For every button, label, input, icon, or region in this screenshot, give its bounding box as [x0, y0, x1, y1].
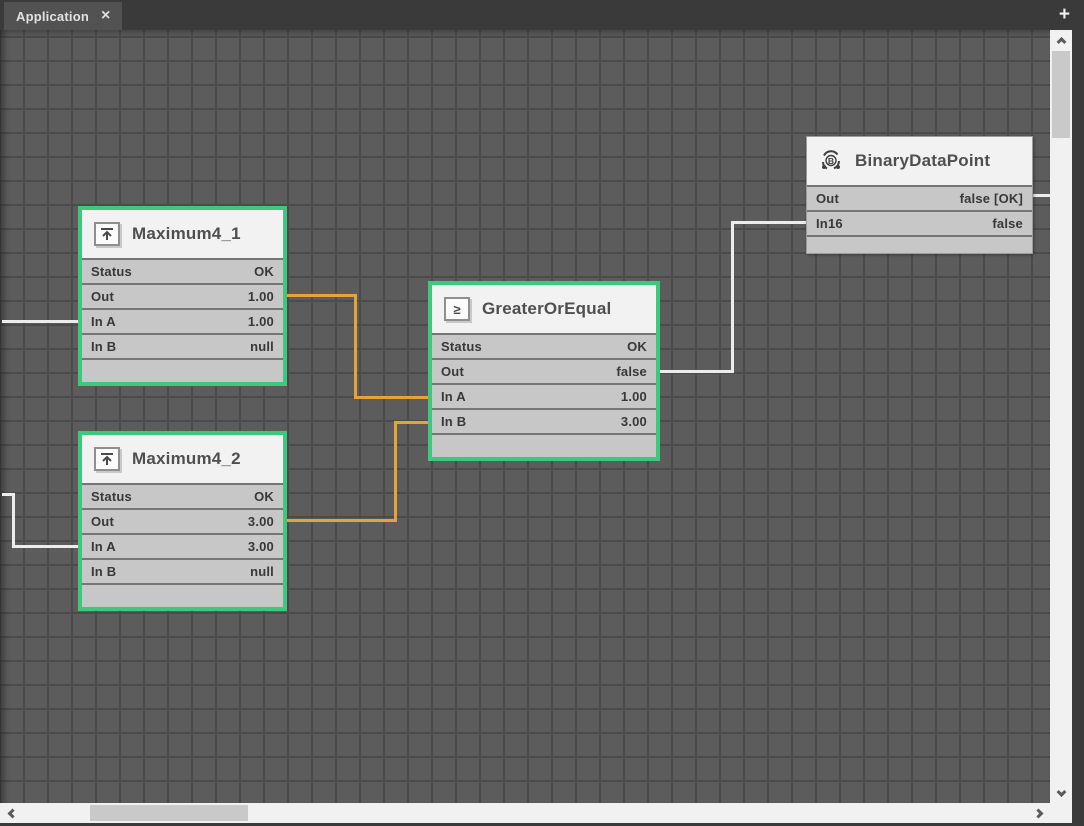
node-slot-inB[interactable]: In B null	[82, 333, 283, 358]
wire-sheet-canvas[interactable]: Maximum4_1 Status OK Out 1.00 In A 1.00 …	[0, 30, 1050, 803]
wire-left-to-maximum4_2-inA[interactable]	[12, 545, 80, 548]
binary-data-point-icon: B	[819, 149, 843, 173]
wire-maximum4_1-out-to-greaterorequal-inA[interactable]	[354, 294, 357, 399]
svg-text:B: B	[828, 156, 834, 166]
wire-sheet-window: Application × + Maximum4_1	[0, 0, 1084, 826]
maximum-icon	[94, 447, 120, 471]
slot-value: false [OK]	[960, 191, 1023, 206]
slot-label: Out	[91, 514, 114, 529]
chevron-up-icon	[1056, 36, 1066, 46]
slot-label: In16	[816, 216, 843, 231]
slot-label: In A	[441, 389, 466, 404]
node-slot-in16[interactable]: In16 false	[807, 210, 1032, 235]
wire-left-to-maximum4_2-inA[interactable]	[12, 493, 15, 548]
node-greaterorequal[interactable]: ≥ GreaterOrEqual Status OK Out false In …	[428, 281, 660, 461]
node-slot-inA[interactable]: In A 1.00	[82, 308, 283, 333]
slot-label: Out	[816, 191, 839, 206]
wire-greaterorequal-out-to-binarydatapoint-in16[interactable]	[658, 370, 734, 373]
node-slot-status[interactable]: Status OK	[82, 258, 283, 283]
slot-value: OK	[254, 489, 274, 504]
slot-label: In B	[441, 414, 466, 429]
node-slot-inA[interactable]: In A 3.00	[82, 533, 283, 558]
tab-application[interactable]: Application ×	[4, 2, 122, 30]
chevron-left-icon	[7, 808, 17, 818]
scroll-up-button[interactable]	[1050, 30, 1072, 50]
chevron-right-icon	[1033, 808, 1043, 818]
node-slot-inB[interactable]: In B null	[82, 558, 283, 583]
node-slot-status[interactable]: Status OK	[432, 333, 656, 358]
chevron-down-icon	[1056, 787, 1066, 797]
wire-binarydatapoint-out-to-right[interactable]	[1030, 194, 1050, 197]
node-footer	[82, 358, 283, 382]
wire-maximum4_1-out-to-greaterorequal-inA[interactable]	[354, 396, 430, 399]
scroll-right-button[interactable]	[1026, 803, 1050, 823]
node-title: Maximum4_1	[132, 224, 241, 244]
slot-value: 1.00	[248, 289, 274, 304]
slot-value: null	[250, 339, 274, 354]
vertical-scrollbar[interactable]	[1050, 30, 1072, 803]
tab-bar: Application × +	[0, 0, 1084, 30]
wire-greaterorequal-out-to-binarydatapoint-in16[interactable]	[731, 221, 808, 224]
node-slot-out[interactable]: Out false	[432, 358, 656, 383]
slot-value: 3.00	[248, 514, 274, 529]
scroll-left-button[interactable]	[0, 803, 24, 823]
slot-label: Out	[91, 289, 114, 304]
tab-label: Application	[16, 9, 89, 24]
node-binarydatapoint[interactable]: B BinaryDataPoint Out false [OK] In16 fa…	[806, 136, 1033, 254]
slot-value: null	[250, 564, 274, 579]
slot-value: 3.00	[621, 414, 647, 429]
wire-maximum4_2-out-to-greaterorequal-inB[interactable]	[394, 421, 430, 424]
slot-value: false	[616, 364, 647, 379]
maximum-icon	[94, 222, 120, 246]
slot-label: Out	[441, 364, 464, 379]
slot-value: 3.00	[248, 539, 274, 554]
wire-left-to-maximum4_1-inA[interactable]	[2, 320, 80, 323]
slot-label: In B	[91, 564, 116, 579]
node-footer	[432, 433, 656, 457]
node-title: GreaterOrEqual	[482, 299, 611, 319]
slot-label: In A	[91, 539, 116, 554]
vertical-scrollbar-thumb[interactable]	[1052, 51, 1070, 138]
node-title-bar[interactable]: Maximum4_1	[82, 210, 283, 258]
wire-maximum4_1-out-to-greaterorequal-inA[interactable]	[285, 294, 357, 297]
slot-value: 1.00	[621, 389, 647, 404]
node-slot-out[interactable]: Out false [OK]	[807, 185, 1032, 210]
scrollbar-corner	[1050, 803, 1072, 823]
slot-value: OK	[627, 339, 647, 354]
horizontal-scrollbar[interactable]	[0, 803, 1050, 823]
node-slot-inA[interactable]: In A 1.00	[432, 383, 656, 408]
greater-or-equal-icon: ≥	[444, 297, 470, 321]
wire-maximum4_2-out-to-greaterorequal-inB[interactable]	[285, 519, 397, 522]
horizontal-scrollbar-thumb[interactable]	[90, 805, 248, 821]
slot-value: false	[992, 216, 1023, 231]
node-slot-status[interactable]: Status OK	[82, 483, 283, 508]
node-title: Maximum4_2	[132, 449, 241, 469]
node-maximum4_2[interactable]: Maximum4_2 Status OK Out 3.00 In A 3.00 …	[78, 431, 287, 611]
slot-label: Status	[91, 489, 132, 504]
scroll-down-button[interactable]	[1050, 783, 1072, 803]
wire-maximum4_2-out-to-greaterorequal-inB[interactable]	[394, 421, 397, 522]
node-maximum4_1[interactable]: Maximum4_1 Status OK Out 1.00 In A 1.00 …	[78, 206, 287, 386]
node-slot-inB[interactable]: In B 3.00	[432, 408, 656, 433]
slot-value: 1.00	[248, 314, 274, 329]
node-footer	[82, 583, 283, 607]
slot-label: Status	[91, 264, 132, 279]
new-tab-icon[interactable]: +	[1059, 4, 1070, 26]
slot-label: Status	[441, 339, 482, 354]
slot-label: In B	[91, 339, 116, 354]
node-title-bar[interactable]: B BinaryDataPoint	[807, 137, 1032, 185]
node-slot-out[interactable]: Out 1.00	[82, 283, 283, 308]
node-footer	[807, 235, 1032, 253]
slot-value: OK	[254, 264, 274, 279]
slot-label: In A	[91, 314, 116, 329]
node-slot-out[interactable]: Out 3.00	[82, 508, 283, 533]
node-title: BinaryDataPoint	[855, 151, 990, 171]
tab-close-icon[interactable]: ×	[101, 8, 110, 24]
wire-greaterorequal-out-to-binarydatapoint-in16[interactable]	[731, 221, 734, 373]
node-title-bar[interactable]: Maximum4_2	[82, 435, 283, 483]
node-title-bar[interactable]: ≥ GreaterOrEqual	[432, 285, 656, 333]
